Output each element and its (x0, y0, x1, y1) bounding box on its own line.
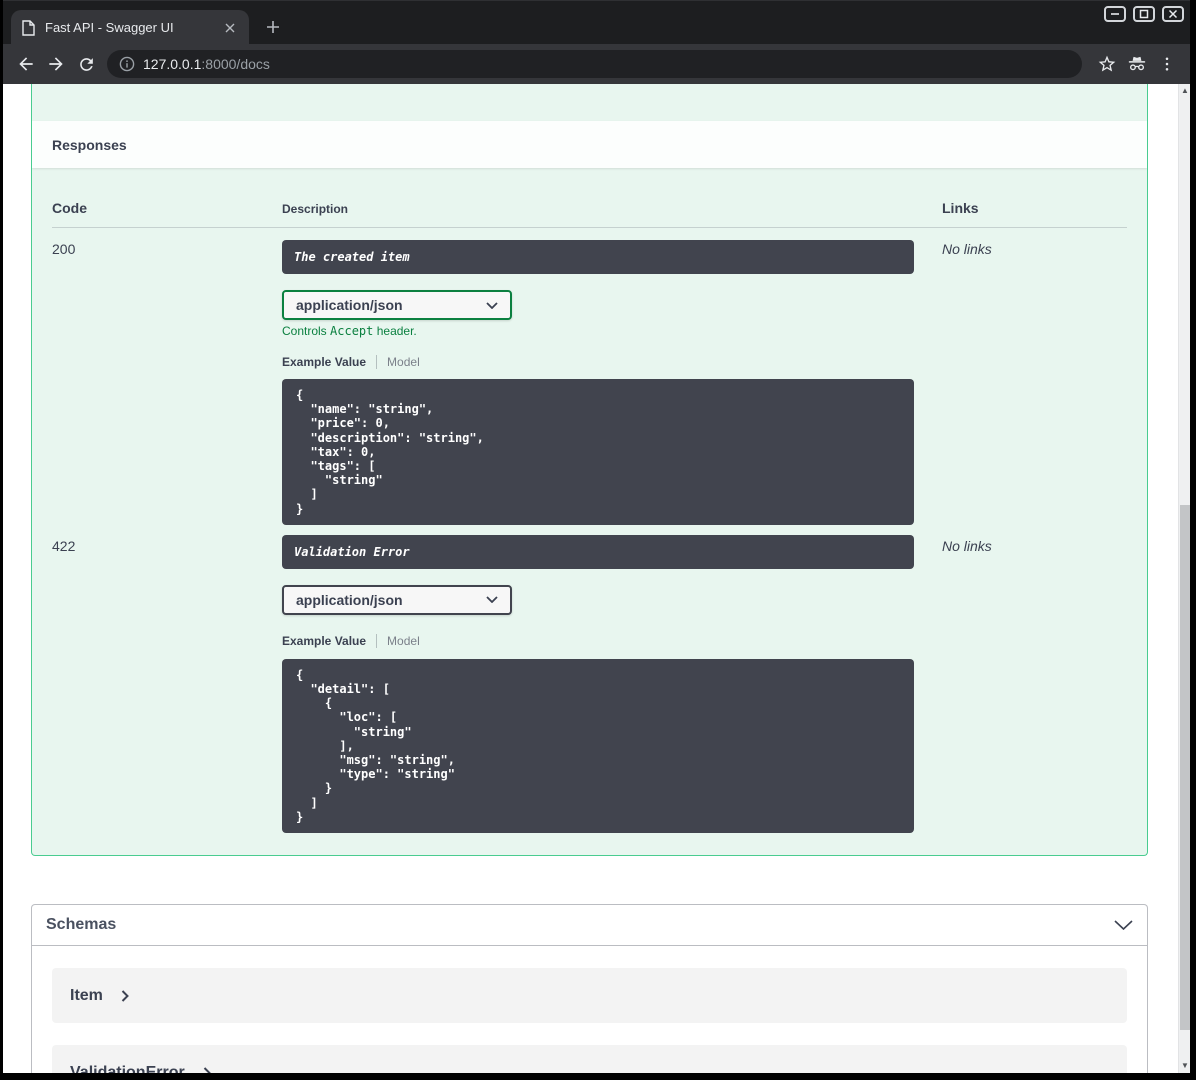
tab-close-icon[interactable] (221, 19, 239, 37)
forward-icon[interactable] (41, 49, 71, 79)
column-header-code: Code (52, 200, 87, 216)
tab-example-value[interactable]: Example Value (282, 634, 366, 648)
tab-title: Fast API - Swagger UI (45, 20, 174, 35)
titlebar: Fast API - Swagger UI (3, 0, 1190, 45)
page-scrollbar[interactable]: ▲ ▼ (1178, 84, 1190, 1073)
site-info-icon[interactable] (119, 56, 135, 72)
example-json-422: { "detail": [ { "loc": [ "string" ], "ms… (282, 658, 914, 834)
response-code: 422 (52, 537, 76, 554)
opblock-post-section: Responses Code Description Links 200 The… (31, 84, 1148, 856)
response-description-box: Validation Error (282, 534, 914, 569)
scrollbar-thumb[interactable] (1180, 505, 1190, 1030)
menu-dots-icon[interactable] (1152, 49, 1182, 79)
close-button[interactable] (1162, 6, 1184, 22)
column-header-description: Description (282, 202, 349, 216)
accept-header-note: Controls Accept header. (282, 324, 417, 338)
scroll-up-icon[interactable]: ▲ (1179, 84, 1190, 98)
schemas-section: Schemas Item ValidationError (31, 904, 1148, 1073)
browser-window: Fast API - Swagger UI 127.0.0.1:8000/doc… (3, 0, 1190, 1073)
model-card-validationerror[interactable]: ValidationError (52, 1045, 1127, 1073)
browser-tab[interactable]: Fast API - Swagger UI (11, 10, 249, 45)
reload-icon[interactable] (71, 49, 101, 79)
responses-title: Responses (52, 136, 127, 153)
example-json-200: { "name": "string", "price": 0, "descrip… (282, 379, 914, 525)
address-bar[interactable]: 127.0.0.1:8000/docs (107, 50, 1082, 78)
response-links: No links (942, 241, 992, 257)
column-header-links: Links (942, 200, 979, 216)
media-type-select[interactable]: application/json (282, 290, 512, 320)
schemas-header[interactable]: Schemas (32, 905, 1147, 946)
browser-toolbar: 127.0.0.1:8000/docs (3, 44, 1190, 84)
tab-separator (376, 354, 378, 369)
media-type-select[interactable]: application/json (282, 584, 512, 615)
responses-section-header: Responses (32, 121, 1147, 168)
schemas-body: Item ValidationError (32, 946, 1147, 1073)
url-text[interactable]: 127.0.0.1:8000/docs (143, 56, 270, 72)
response-row-200: 200 The created item application/json Co… (52, 228, 1127, 525)
incognito-icon (1122, 49, 1152, 79)
response-links: No links (942, 537, 992, 554)
page-favicon-icon (21, 19, 35, 36)
chevron-right-icon (203, 1066, 211, 1073)
responses-table-header: Code Description Links (52, 168, 1127, 228)
minimize-button[interactable] (1104, 6, 1126, 22)
chevron-down-icon (486, 596, 498, 604)
maximize-button[interactable] (1133, 6, 1155, 22)
schemas-collapse-chevron-icon[interactable] (1114, 920, 1133, 930)
tab-model[interactable]: Model (387, 355, 420, 369)
response-description-box: The created item (282, 240, 914, 274)
model-name: Item (70, 986, 103, 1004)
response-code: 200 (52, 241, 76, 257)
model-name: ValidationError (70, 1063, 185, 1074)
model-card-item[interactable]: Item (52, 968, 1127, 1023)
chevron-right-icon (121, 989, 129, 1002)
bookmark-star-icon[interactable] (1092, 49, 1122, 79)
schemas-title: Schemas (46, 916, 117, 933)
response-row-422: 422 Validation Error application/json Ex… (52, 525, 1127, 834)
tab-example-value[interactable]: Example Value (282, 355, 366, 369)
scroll-down-icon[interactable]: ▼ (1179, 1059, 1190, 1073)
chevron-down-icon (486, 301, 498, 309)
new-tab-button[interactable] (259, 13, 287, 41)
page-content: Responses Code Description Links 200 The… (3, 84, 1190, 1073)
tab-model[interactable]: Model (387, 634, 420, 648)
back-icon[interactable] (11, 49, 41, 79)
tab-separator (376, 634, 378, 649)
responses-table: Code Description Links 200 The created i… (32, 168, 1147, 834)
